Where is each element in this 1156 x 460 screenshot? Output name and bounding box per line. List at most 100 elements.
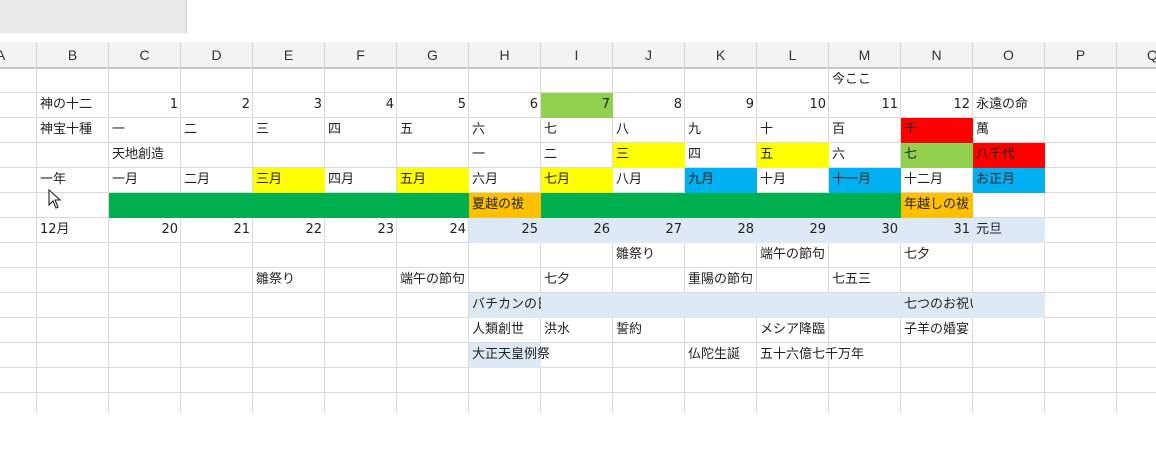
cell-l7[interactable]: 29 — [757, 218, 829, 243]
cell-b7[interactable]: 12月 — [37, 218, 109, 243]
cell-i10[interactable] — [541, 293, 613, 318]
cell-e5[interactable]: 三月 — [253, 168, 325, 193]
cell-c4[interactable]: 天地創造 — [109, 143, 181, 168]
cell-l4[interactable]: 五 — [757, 143, 829, 168]
cell-e9[interactable]: 雛祭り — [253, 268, 325, 293]
cell-i9[interactable]: 七夕 — [541, 268, 613, 293]
cell-n8[interactable]: 七夕 — [901, 243, 973, 268]
cell-m5[interactable]: 十一月 — [829, 168, 901, 193]
cell-h3[interactable]: 六 — [469, 118, 541, 143]
cell-b2[interactable]: 神の十二 — [37, 93, 109, 118]
cell-n6[interactable]: 年越しの祓 — [901, 193, 973, 218]
cell-g6[interactable] — [397, 193, 469, 218]
cell-k5[interactable]: 九月 — [685, 168, 757, 193]
spreadsheet-grid[interactable]: 今ここ 神の十二 1 2 3 4 5 6 7 8 9 10 11 12 永遠の命 神宝十種一二三四五六七八九十… — [0, 0, 1156, 460]
cell-k6[interactable] — [685, 193, 757, 218]
cell-l8[interactable]: 端午の節句 — [757, 243, 829, 268]
cell-g9[interactable]: 端午の節句 — [397, 268, 469, 293]
cell-j2[interactable]: 8 — [613, 93, 685, 118]
cell-k9[interactable]: 重陽の節句 — [685, 268, 757, 293]
cell-k2[interactable]: 9 — [685, 93, 757, 118]
cell-h2[interactable]: 6 — [469, 93, 541, 118]
cell-d3[interactable]: 二 — [181, 118, 253, 143]
cell-n2[interactable]: 12 — [901, 93, 973, 118]
cell-k4[interactable]: 四 — [685, 143, 757, 168]
cell-l11[interactable]: メシア降臨 — [757, 318, 829, 343]
cell-n3[interactable]: 千 — [901, 118, 973, 143]
cell-f7[interactable]: 23 — [325, 218, 397, 243]
cell-i3[interactable]: 七 — [541, 118, 613, 143]
cell-c6[interactable] — [109, 193, 181, 218]
cell-j4[interactable]: 三 — [613, 143, 685, 168]
cell-o10[interactable] — [973, 293, 1045, 318]
cell-i2[interactable]: 7 — [541, 93, 613, 118]
cell-j3[interactable]: 八 — [613, 118, 685, 143]
cell-h11[interactable]: 人類創世 — [469, 318, 541, 343]
cell-e6[interactable] — [253, 193, 325, 218]
cell-j7[interactable]: 27 — [613, 218, 685, 243]
cell-j8[interactable]: 雛祭り — [613, 243, 685, 268]
cell-n10[interactable]: 七つのお祝い — [901, 293, 982, 318]
cell-c2[interactable]: 1 — [109, 93, 181, 118]
cell-f3[interactable]: 四 — [325, 118, 397, 143]
cell-e3[interactable]: 三 — [253, 118, 325, 143]
cell-h10[interactable]: バチカンの日 — [469, 293, 550, 318]
cell-m4[interactable]: 六 — [829, 143, 901, 168]
cell-g5[interactable]: 五月 — [397, 168, 469, 193]
cell-l12[interactable]: 五十六億七千万年 — [757, 343, 864, 368]
cell-c7[interactable]: 20 — [109, 218, 181, 243]
cell-m9[interactable]: 七五三 — [829, 268, 901, 293]
cell-b3[interactable]: 神宝十種 — [37, 118, 109, 143]
cell-m6[interactable] — [829, 193, 901, 218]
cell-l3[interactable]: 十 — [757, 118, 829, 143]
cell-i5[interactable]: 七月 — [541, 168, 613, 193]
cell-h4[interactable]: 一 — [469, 143, 541, 168]
cell-k10[interactable] — [685, 293, 757, 318]
cell-d2[interactable]: 2 — [181, 93, 253, 118]
cell-d6[interactable] — [181, 193, 253, 218]
cell-j10[interactable] — [613, 293, 685, 318]
cell-e7[interactable]: 22 — [253, 218, 325, 243]
cell-k3[interactable]: 九 — [685, 118, 757, 143]
cell-m2[interactable]: 11 — [829, 93, 901, 118]
cell-m3[interactable]: 百 — [829, 118, 901, 143]
cell-c5[interactable]: 一月 — [109, 168, 181, 193]
cell-j5[interactable]: 八月 — [613, 168, 685, 193]
cell-f5[interactable]: 四月 — [325, 168, 397, 193]
cell-o2[interactable]: 永遠の命 — [973, 93, 1045, 118]
cell-l2[interactable]: 10 — [757, 93, 829, 118]
cell-g2[interactable]: 5 — [397, 93, 469, 118]
cell-h7[interactable]: 25 — [469, 218, 541, 243]
cell-i4[interactable]: 二 — [541, 143, 613, 168]
cell-h6[interactable]: 夏越の祓 — [469, 193, 541, 218]
cell-n4[interactable]: 七 — [901, 143, 973, 168]
cell-j11[interactable]: 誓約 — [613, 318, 685, 343]
cell-o4[interactable]: 八千代 — [973, 143, 1045, 168]
cell-j6[interactable] — [613, 193, 685, 218]
cell-n11[interactable]: 子羊の婚宴 — [901, 318, 973, 343]
cell-o3[interactable]: 萬 — [973, 118, 1045, 143]
cell-k12[interactable]: 仏陀生誕 — [685, 343, 757, 368]
cell-h12[interactable]: 大正天皇例祭 — [469, 343, 550, 368]
cell-o5[interactable]: お正月 — [973, 168, 1045, 193]
cell-d5[interactable]: 二月 — [181, 168, 253, 193]
cell-k7[interactable]: 28 — [685, 218, 757, 243]
cell-d7[interactable]: 21 — [181, 218, 253, 243]
cell-n7[interactable]: 31 — [901, 218, 973, 243]
cell-g3[interactable]: 五 — [397, 118, 469, 143]
cell-l10[interactable] — [757, 293, 829, 318]
cell-n5[interactable]: 十二月 — [901, 168, 973, 193]
cell-f6[interactable] — [325, 193, 397, 218]
cell-m1[interactable]: 今ここ — [829, 68, 901, 93]
cell-h5[interactable]: 六月 — [469, 168, 541, 193]
cell-i11[interactable]: 洪水 — [541, 318, 613, 343]
cell-c3[interactable]: 一 — [109, 118, 181, 143]
cell-l5[interactable]: 十月 — [757, 168, 829, 193]
cell-m7[interactable]: 30 — [829, 218, 901, 243]
cell-g7[interactable]: 24 — [397, 218, 469, 243]
cell-l6[interactable] — [757, 193, 829, 218]
cell-f2[interactable]: 4 — [325, 93, 397, 118]
cell-e2[interactable]: 3 — [253, 93, 325, 118]
cell-o7[interactable]: 元旦 — [973, 218, 1045, 243]
cell-i7[interactable]: 26 — [541, 218, 613, 243]
